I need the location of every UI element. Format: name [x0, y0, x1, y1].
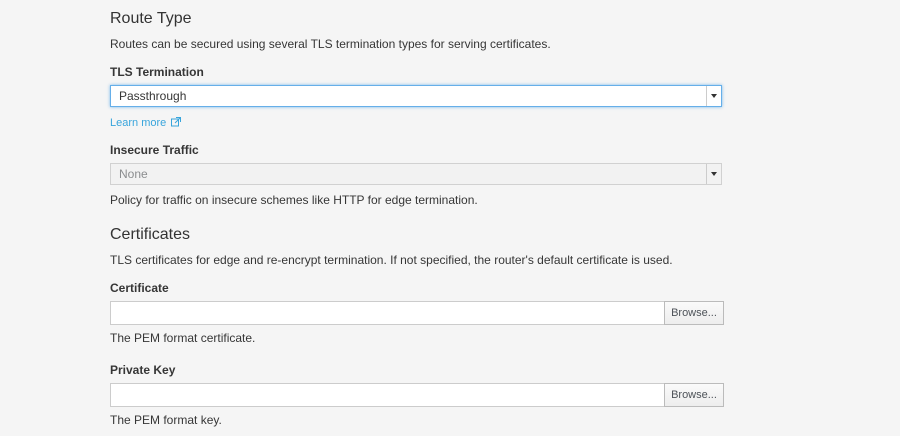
private-key-file-group: Browse...: [110, 383, 724, 407]
route-type-description: Routes can be secured using several TLS …: [110, 37, 551, 51]
insecure-traffic-value: None: [119, 167, 148, 181]
private-key-browse-button[interactable]: Browse...: [664, 383, 724, 407]
route-type-heading: Route Type: [110, 10, 192, 27]
tls-termination-value: Passthrough: [119, 89, 187, 103]
private-key-file-input[interactable]: [110, 383, 664, 407]
private-key-help: The PEM format key.: [110, 413, 222, 427]
certificate-browse-button[interactable]: Browse...: [664, 301, 724, 325]
tls-termination-select[interactable]: Passthrough: [110, 85, 722, 107]
private-key-label: Private Key: [110, 363, 176, 377]
learn-more-link[interactable]: Learn more: [110, 117, 166, 129]
insecure-traffic-label: Insecure Traffic: [110, 143, 199, 157]
certificate-file-input[interactable]: [110, 301, 664, 325]
insecure-traffic-help: Policy for traffic on insecure schemes l…: [110, 193, 478, 207]
external-link-icon: [170, 117, 181, 127]
certificates-description: TLS certificates for edge and re-encrypt…: [110, 253, 673, 267]
chevron-down-icon: [706, 86, 721, 106]
certificate-label: Certificate: [110, 281, 169, 295]
chevron-down-icon: [706, 164, 721, 184]
learn-more-link-wrapper[interactable]: Learn more: [110, 113, 181, 131]
insecure-traffic-select[interactable]: None: [110, 163, 722, 185]
certificate-help: The PEM format certificate.: [110, 331, 256, 345]
certificate-file-group: Browse...: [110, 301, 724, 325]
tls-termination-label: TLS Termination: [110, 65, 204, 79]
certificates-heading: Certificates: [110, 226, 191, 243]
